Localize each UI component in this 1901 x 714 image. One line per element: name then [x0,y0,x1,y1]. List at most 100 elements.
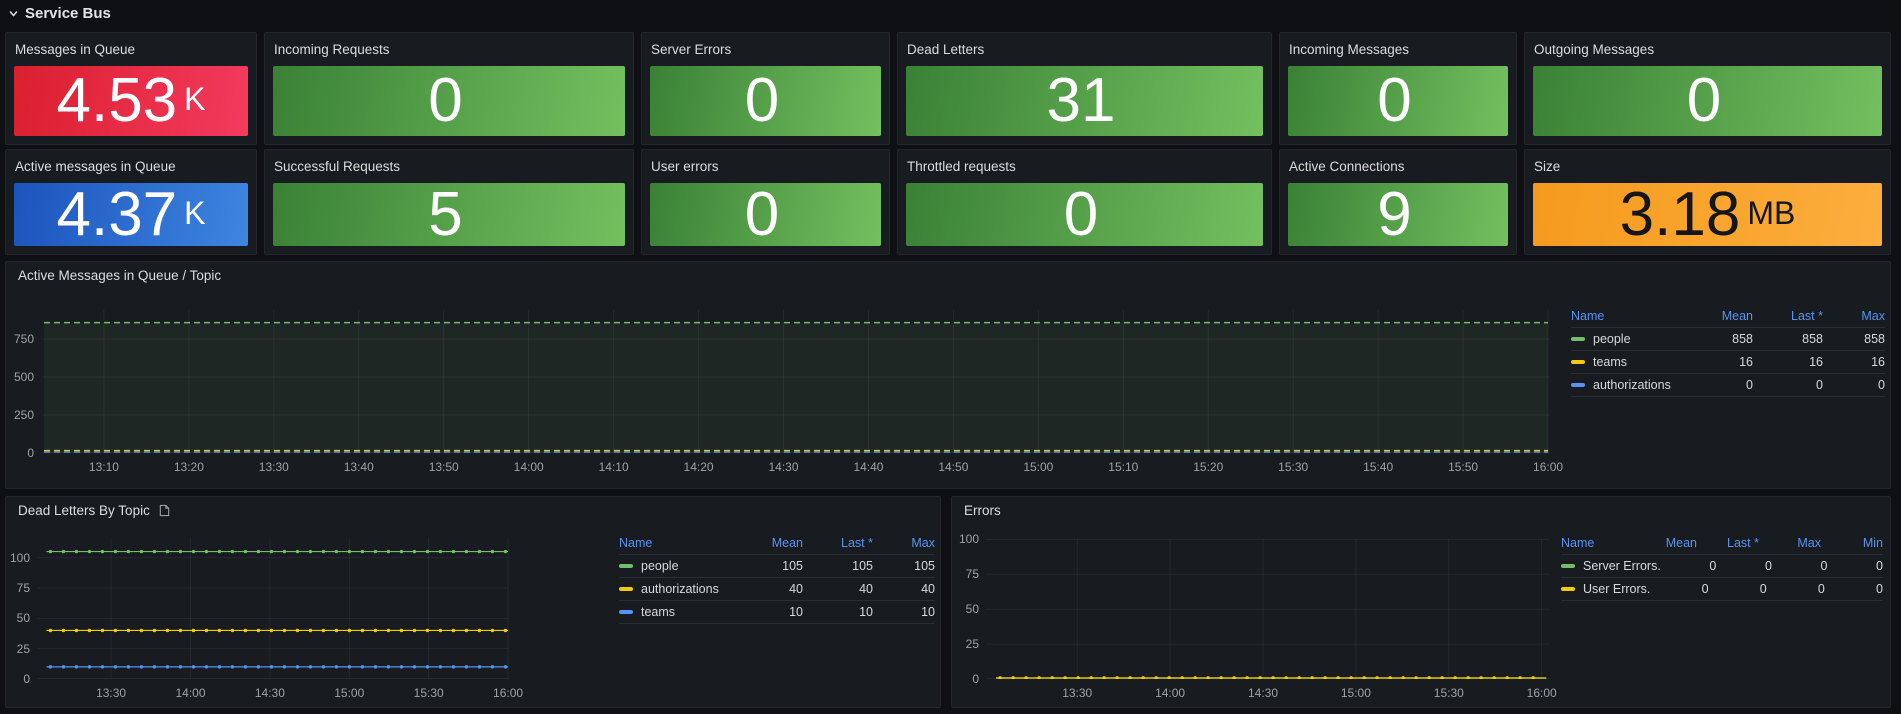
x-tick-label: 15:00 [1340,686,1371,700]
panel-title[interactable]: Size [1534,159,1560,174]
x-tick-label: 13:50 [428,460,459,474]
y-tick-label: 0 [23,672,30,686]
legend-series-toggle[interactable]: teams [619,605,733,619]
panel-title[interactable]: Active Connections [1289,159,1405,174]
legend-value: 40 [921,582,935,596]
legend-row-people: people 858 858 858 [1571,328,1885,351]
legend-value: 10 [859,605,873,619]
legend-row-people: people 105 105 105 [619,555,935,578]
stat-unit: K [184,194,206,231]
legend-value: 858 [1732,332,1753,346]
panel-title[interactable]: Server Errors [651,42,731,57]
x-tick-label: 13:30 [96,686,127,700]
legend-value: 0 [1820,559,1828,573]
stat-value: 9 [1288,183,1508,246]
legend-col-name: Name [1571,309,1605,323]
plot-area[interactable] [37,537,509,679]
legend-series-toggle[interactable]: people [619,559,733,573]
legend-table: Name Mean Last * Max Min Server Errors. … [1561,532,1883,601]
series-swatch [1571,360,1585,364]
dashboard: Service Bus Messages in Queue 4.53 K Inc… [0,0,1901,714]
series-swatch [619,587,633,591]
stat-number: 3.18 [1619,179,1741,249]
legend-col-max: Max [1797,536,1821,550]
legend-value: 16 [1739,355,1753,369]
stat-panel-successful-requests: Successful Requests 5 [264,149,634,255]
stat-number: 4.37 [56,179,178,249]
x-tick-label: 14:00 [1155,686,1186,700]
x-tick-label: 13:30 [1062,686,1093,700]
panel-title[interactable]: Messages in Queue [15,42,135,57]
x-tick-label: 13:40 [343,460,374,474]
legend-row-user-errors: User Errors. 0 0 0 0 [1561,578,1883,601]
x-tick-label: 15:10 [1108,460,1139,474]
legend-series-toggle[interactable]: User Errors. [1561,582,1650,596]
stat-number: 9 [1377,179,1412,249]
stat-value: 0 [1288,66,1508,136]
stat-value: 0 [273,66,625,136]
legend-col-mean: Mean [771,536,803,550]
panel-title[interactable]: User errors [651,159,719,174]
x-tick-label: 15:30 [1433,686,1464,700]
stat-value: 4.53 K [14,66,248,136]
y-tick-label: 750 [13,332,34,347]
legend-row-authorizations: authorizations 40 40 40 [619,578,935,601]
x-tick-label: 14:30 [254,686,285,700]
series-swatch [1571,337,1585,341]
series-swatch [1571,383,1585,387]
stat-unit: K [184,81,206,117]
legend-series-toggle[interactable]: people [1571,332,1683,346]
y-tick-label: 0 [972,672,979,686]
stat-value: 3.18 MB [1533,183,1882,246]
x-tick-label: 15:30 [1278,460,1309,474]
legend-value: 105 [852,559,873,573]
legend-row-teams: teams 16 16 16 [1571,351,1885,374]
x-tick-label: 14:40 [853,460,884,474]
x-tick-label: 14:20 [683,460,714,474]
stat-number: 0 [744,66,780,135]
x-tick-label: 16:00 [1533,460,1564,474]
legend-series-toggle[interactable]: authorizations [1571,378,1683,392]
stat-panel-incoming-messages: Incoming Messages 0 [1279,32,1517,145]
legend-series-toggle[interactable]: Server Errors. [1561,559,1661,573]
x-tick-label: 15:30 [413,686,444,700]
plot-area[interactable] [41,310,1550,453]
panel-title[interactable]: Incoming Requests [274,42,390,57]
x-tick-label: 14:50 [938,460,969,474]
legend-col-name: Name [1561,536,1595,550]
legend-value: 858 [1802,332,1823,346]
stat-value: 0 [1533,66,1882,136]
panel-title[interactable]: Dead Letters [907,42,984,57]
legend-value: 0 [1816,378,1823,392]
legend-col-name: Name [619,536,653,550]
plot-area[interactable] [986,538,1549,679]
stat-number: 4.53 [56,66,178,135]
panel-title[interactable]: Successful Requests [274,159,400,174]
panel-errors: Errors 13:30 14:00 14:30 15:00 15:30 16:00 0 25… [951,496,1891,708]
legend-series-toggle[interactable]: authorizations [619,582,733,596]
legend-series-toggle[interactable]: teams [1571,355,1683,369]
x-tick-label: 13:30 [258,460,289,474]
y-tick-label: 75 [965,567,979,582]
x-tick-label: 15:20 [1193,460,1224,474]
legend-header-row: Name Mean Last * Max [619,532,935,555]
stat-panel-outgoing-messages: Outgoing Messages 0 [1524,32,1891,145]
panel-title[interactable]: Outgoing Messages [1534,42,1654,57]
legend-value: 0 [1764,559,1772,573]
stat-value: 0 [650,66,881,136]
row-toggle-service-bus[interactable]: Service Bus [8,2,111,24]
stat-panel-dead-letters: Dead Letters 31 [897,32,1272,145]
panel-title[interactable]: Incoming Messages [1289,42,1409,57]
legend-row-authorizations: authorizations 0 0 0 [1571,374,1885,397]
stat-panel-messages-in-queue: Messages in Queue 4.53 K [5,32,257,145]
series-swatch [619,610,633,614]
panel-title[interactable]: Throttled requests [907,159,1016,174]
stat-number: 0 [1377,66,1412,135]
legend-value: 0 [1709,559,1717,573]
legend-col-max: Max [1861,309,1885,323]
stat-value: 31 [906,66,1263,136]
legend-value: 0 [1876,582,1883,596]
stat-value: 4.37 K [14,183,248,246]
x-tick-label: 15:00 [334,686,365,700]
panel-title[interactable]: Active messages in Queue [15,159,176,174]
